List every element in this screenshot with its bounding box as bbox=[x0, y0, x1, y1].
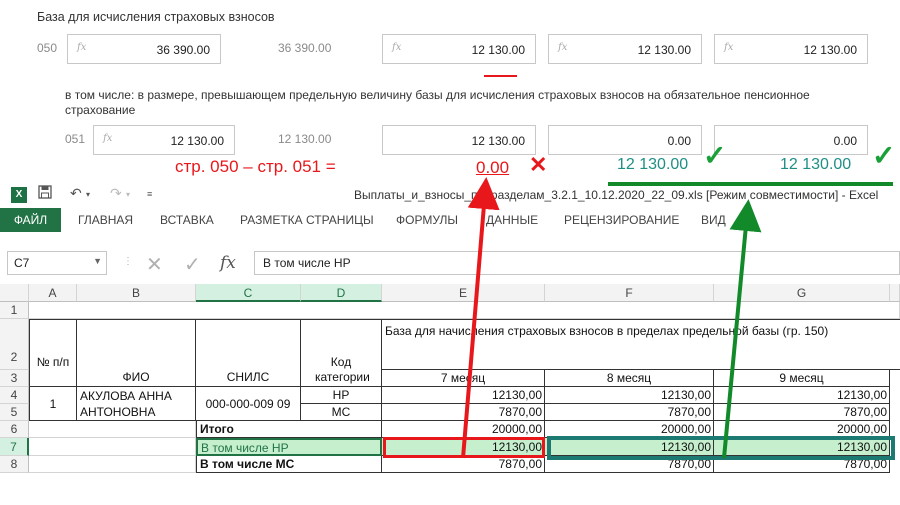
annotation-overlay bbox=[461, 177, 893, 459]
green-arrow bbox=[722, 199, 762, 459]
red-arrow bbox=[461, 177, 500, 459]
